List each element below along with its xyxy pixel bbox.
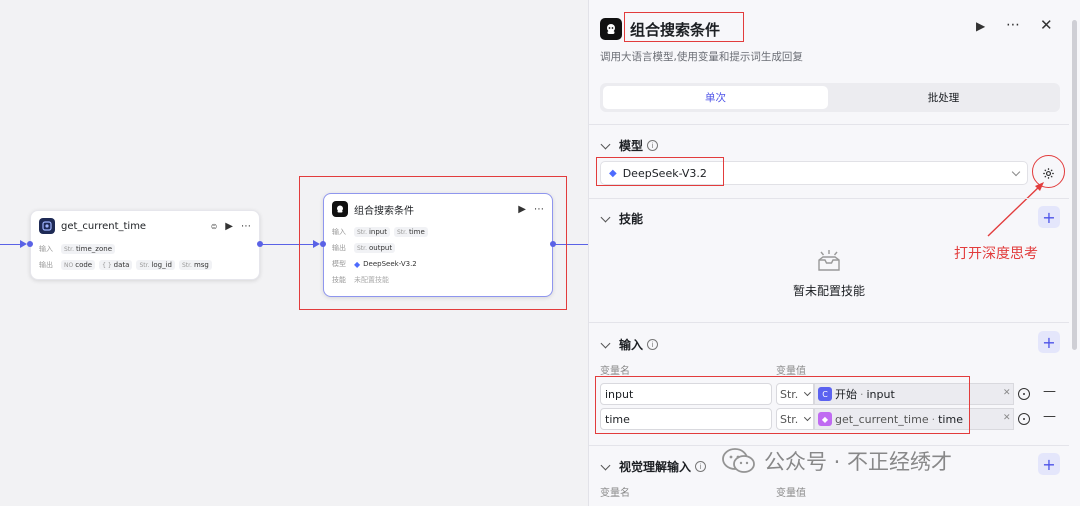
plugin-logo-icon <box>39 218 55 234</box>
add-input-button[interactable]: + <box>1038 331 1060 353</box>
info-icon[interactable]: i <box>647 339 659 350</box>
input-tag: Str. time_zone <box>61 244 115 254</box>
node-title: get_current_time <box>61 220 147 232</box>
chevron-down-icon <box>1011 167 1021 176</box>
divider <box>589 322 1069 323</box>
node-input-label: 输入 <box>39 245 53 253</box>
col-var-name: 变量名 <box>600 488 630 499</box>
variable-picker-icon[interactable] <box>1018 413 1030 425</box>
output-tag: Str. log_id <box>136 260 175 270</box>
info-icon[interactable]: i <box>647 140 659 151</box>
output-tag: { } data <box>99 260 133 270</box>
node-settings-panel: 组合搜索条件 ▶ ⋯ ✕ 调用大语言模型,使用变量和提示词生成回复 单次 批处理… <box>588 0 1080 506</box>
tab-single[interactable]: 单次 <box>603 86 828 109</box>
more-icon[interactable]: ⋯ <box>241 221 251 232</box>
remove-row-button[interactable]: — <box>1043 384 1056 399</box>
output-tag: NO code <box>61 260 96 270</box>
col-var-value: 变量值 <box>776 488 806 499</box>
info-icon[interactable]: i <box>695 461 707 472</box>
node-get-current-time[interactable]: get_current_time ⊜ ▶ ⋯ 输入 Str. time_zone … <box>30 210 260 280</box>
add-vision-input-button[interactable]: + <box>1038 453 1060 475</box>
watermark-text: 公众号 · 不正经绣才 <box>764 450 953 474</box>
remove-row-button[interactable]: — <box>1043 409 1056 424</box>
chevron-down-icon <box>600 460 611 470</box>
section-title: 视觉理解输入 <box>619 460 692 474</box>
section-title: 输入 <box>619 338 644 352</box>
edge-in <box>0 244 22 245</box>
watermark: 公众号 · 不正经绣才 <box>722 446 952 476</box>
section-skills[interactable]: 技能 <box>600 210 643 227</box>
llm-logo-icon <box>600 18 622 40</box>
variable-picker-icon[interactable] <box>1018 388 1030 400</box>
node-time-in-port[interactable] <box>27 241 33 247</box>
run-icon[interactable]: ▶ <box>976 19 985 33</box>
panel-scrollbar[interactable] <box>1072 20 1077 350</box>
highlight-box-model <box>596 157 724 186</box>
divider <box>589 198 1069 199</box>
add-skill-button[interactable]: + <box>1038 206 1060 228</box>
workflow-canvas[interactable]: get_current_time ⊜ ▶ ⋯ 输入 Str. time_zone … <box>0 0 588 506</box>
annotation-text: 打开深度思考 <box>954 246 1038 262</box>
mode-tabs: 单次 批处理 <box>600 83 1060 112</box>
clear-icon[interactable]: ✕ <box>1003 388 1011 398</box>
node-output-label: 输出 <box>39 261 53 269</box>
edge-in-arrow <box>20 240 27 248</box>
col-var-value: 变量值 <box>776 366 806 377</box>
close-icon[interactable]: ✕ <box>1040 16 1053 34</box>
clear-icon[interactable]: ✕ <box>1003 413 1011 423</box>
run-icon[interactable]: ▶ <box>225 221 233 232</box>
skills-empty-text: 暂未配置技能 <box>792 284 865 298</box>
section-title: 技能 <box>619 212 644 226</box>
section-input[interactable]: 输入 i <box>600 336 659 353</box>
panel-description: 调用大语言模型,使用变量和提示词生成回复 <box>600 51 803 63</box>
chevron-down-icon <box>600 338 611 348</box>
chevron-down-icon <box>600 212 611 222</box>
wechat-icon <box>722 448 755 473</box>
output-tag: Str. msg <box>178 260 212 270</box>
section-vision-input[interactable]: 视觉理解输入 i <box>600 458 707 475</box>
tab-batch[interactable]: 批处理 <box>831 86 1056 109</box>
highlight-box-inputs <box>595 376 970 434</box>
highlight-box-title <box>624 12 744 42</box>
col-var-name: 变量名 <box>600 366 630 377</box>
chevron-down-icon <box>600 139 611 149</box>
highlight-box-node <box>299 176 567 310</box>
section-title: 模型 <box>619 139 644 153</box>
section-model[interactable]: 模型 i <box>600 137 659 154</box>
node-time-out-port[interactable] <box>257 241 263 247</box>
empty-box-icon <box>818 250 840 271</box>
more-icon[interactable]: ⋯ <box>1006 17 1020 33</box>
divider <box>589 124 1069 125</box>
plugin-badge-icon: ⊜ <box>210 221 218 231</box>
